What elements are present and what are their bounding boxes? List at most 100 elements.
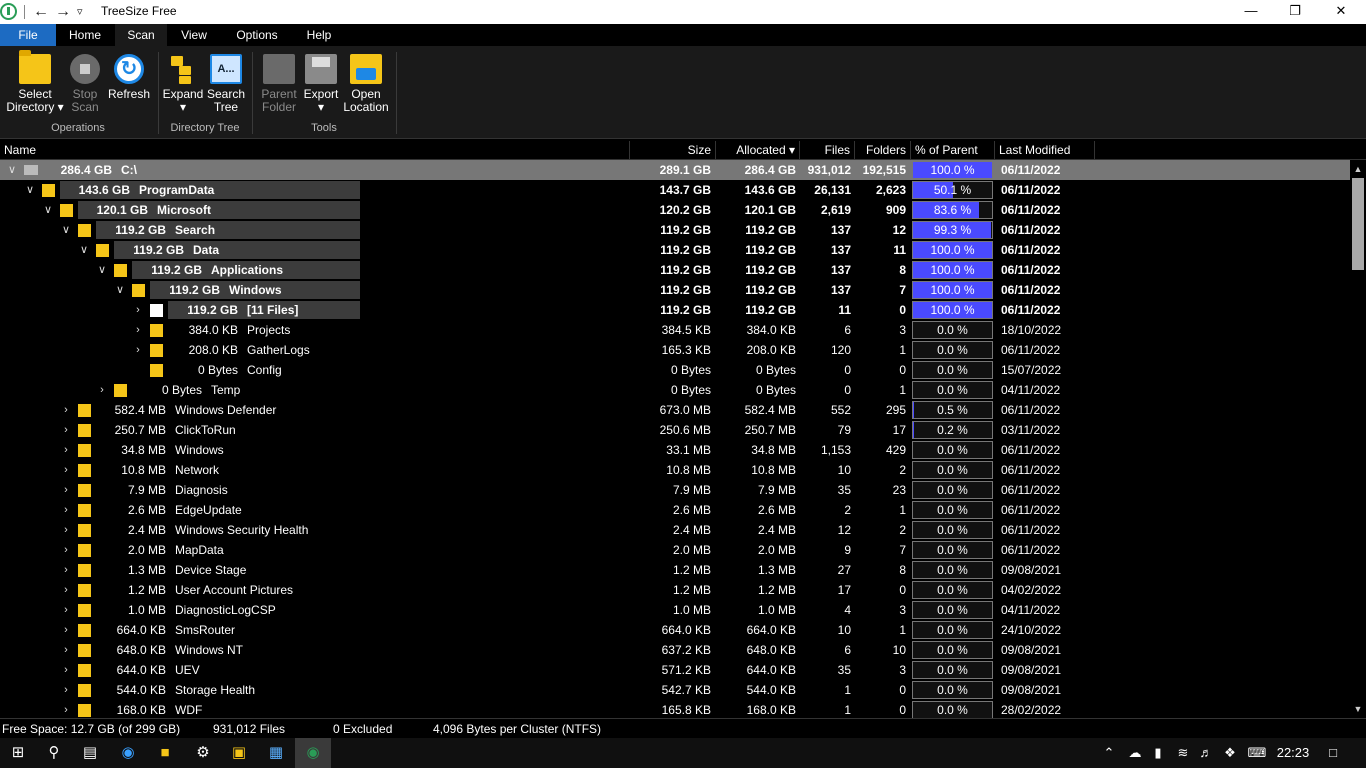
back-arrow-icon[interactable]: ← [33,2,49,22]
tree-row[interactable]: ∨ 119.2 GB Search 119.2 GB 119.2 GB 137 12 99.3… [0,220,1350,240]
tree-row[interactable]: 0 Bytes Config 0 Bytes 0 Bytes 0 0 0.0 % 15/07/… [0,360,1350,380]
tree-row[interactable]: › 250.7 MB ClickToRun 250.6 MB 250.7 MB 79 17 0… [0,420,1350,440]
expand-chevron-icon[interactable]: › [60,620,72,640]
search-icon[interactable]: ⚲ [36,738,72,768]
task-view-icon[interactable]: ▤ [72,738,108,768]
tree-row[interactable]: › 2.0 MB MapData 2.0 MB 2.0 MB 9 7 0.0 % 06/11/2… [0,540,1350,560]
expand-chevron-icon[interactable]: › [60,400,72,420]
tree-row[interactable]: › 0 Bytes Temp 0 Bytes 0 Bytes 0 1 0.0 % 04/11/2… [0,380,1350,400]
expand-chevron-icon[interactable]: › [60,420,72,440]
tree-row[interactable]: › 119.2 GB [11 Files] 119.2 GB 119.2 GB 11 0 10… [0,300,1350,320]
menu-scan[interactable]: Scan [115,24,167,46]
tree-row[interactable]: › 544.0 KB Storage Health 542.7 KB 544.0 KB 1… [0,680,1350,700]
tree-row[interactable]: › 168.0 KB WDF 165.8 KB 168.0 KB 1 0 0.0 % 28/02… [0,700,1350,718]
tree-row[interactable]: › 2.4 MB Windows Security Health 2.4 MB 2.4 … [0,520,1350,540]
tree-row[interactable]: ∨ 119.2 GB Applications 119.2 GB 119.2 GB 137… [0,260,1350,280]
wifi-icon[interactable]: ≋ [1172,738,1194,768]
column-last-modified[interactable]: Last Modified [995,141,1095,160]
menu-file[interactable]: File [0,24,56,46]
tree-row[interactable]: › 644.0 KB UEV 571.2 KB 644.0 KB 35 3 0.0 % 09/0… [0,660,1350,680]
store-icon[interactable]: ▣ [221,738,257,768]
expand-chevron-icon[interactable]: › [60,700,72,718]
collapse-chevron-icon[interactable]: ∨ [114,280,126,300]
menu-home[interactable]: Home [60,24,110,46]
parent-folder-button[interactable]: Parent Folder [258,54,300,114]
tree-row[interactable]: › 1.2 MB User Account Pictures 1.2 MB 1.2 MB… [0,580,1350,600]
expand-button[interactable]: Expand ▾ [162,54,204,114]
collapse-chevron-icon[interactable]: ∨ [60,220,72,240]
expand-chevron-icon[interactable]: › [132,300,144,320]
tree-row[interactable]: ∨ 119.2 GB Data 119.2 GB 119.2 GB 137 11 100.0 … [0,240,1350,260]
edge-browser-icon[interactable]: ◉ [110,738,146,768]
collapse-chevron-icon[interactable]: ∨ [78,240,90,260]
tree-row[interactable]: › 208.0 KB GatherLogs 165.3 KB 208.0 KB 120 1 0… [0,340,1350,360]
search-tree-button[interactable]: A... Search Tree [206,54,246,114]
expand-chevron-icon[interactable]: › [60,600,72,620]
tree-row[interactable]: › 1.3 MB Device Stage 1.2 MB 1.3 MB 27 8 0.0 % 0… [0,560,1350,580]
menu-options[interactable]: Options [228,24,286,46]
forward-arrow-icon[interactable]: → [55,2,71,22]
tree-row[interactable]: › 10.8 MB Network 10.8 MB 10.8 MB 10 2 0.0 % 06/… [0,460,1350,480]
expand-chevron-icon[interactable]: › [60,440,72,460]
maximize-button[interactable]: ❐ [1272,0,1318,24]
app-icon[interactable]: ▦ [258,738,294,768]
scrollbar-thumb[interactable] [1352,178,1364,270]
open-location-button[interactable]: Open Location [342,54,390,114]
tree-row[interactable]: ∨ 143.6 GB ProgramData 143.7 GB 143.6 GB 26,1… [0,180,1350,200]
file-explorer-icon[interactable]: ■ [147,738,183,768]
expand-chevron-icon[interactable]: › [60,580,72,600]
menu-view[interactable]: View [172,24,216,46]
battery-icon[interactable]: ▮ [1148,738,1168,768]
collapse-chevron-icon[interactable]: ∨ [42,200,54,220]
tree-row[interactable]: ∨ 119.2 GB Windows 119.2 GB 119.2 GB 137 7 100.… [0,280,1350,300]
expand-chevron-icon[interactable]: › [60,660,72,680]
expand-chevron-icon[interactable]: › [96,380,108,400]
expand-chevron-icon[interactable]: › [60,460,72,480]
tree-row[interactable]: › 648.0 KB Windows NT 637.2 KB 648.0 KB 6 10 0.… [0,640,1350,660]
tree-row[interactable]: › 384.0 KB Projects 384.5 KB 384.0 KB 6 3 0.0 %… [0,320,1350,340]
expand-chevron-icon[interactable]: › [132,340,144,360]
clock[interactable]: 22:23 [1272,738,1314,768]
volume-icon[interactable]: ♬ [1196,738,1216,768]
collapse-chevron-icon[interactable]: ∨ [96,260,108,280]
column-folders[interactable]: Folders [855,141,911,160]
minimize-button[interactable]: — [1228,0,1274,24]
vertical-scrollbar[interactable]: ▲ ▼ [1350,160,1366,718]
scroll-up-arrow-icon[interactable]: ▲ [1350,162,1366,176]
select-directory-button[interactable]: Select Directory ▾ [6,50,64,114]
expand-chevron-icon[interactable]: › [60,560,72,580]
column-name[interactable]: Name [0,141,630,160]
column-files[interactable]: Files [800,141,855,160]
column-percent-of-parent[interactable]: % of Parent ... [911,141,995,176]
keyboard-icon[interactable]: ⌨ [1245,738,1269,768]
tree-row[interactable]: › 582.4 MB Windows Defender 673.0 MB 582.4 M… [0,400,1350,420]
quick-access-dropdown-icon[interactable]: ▿ [77,2,83,22]
settings-gear-icon[interactable]: ⚙ [185,738,221,768]
tree-row[interactable]: › 2.6 MB EdgeUpdate 2.6 MB 2.6 MB 2 1 0.0 % 06/1… [0,500,1350,520]
collapse-chevron-icon[interactable]: ∨ [6,160,18,180]
tree-row[interactable]: › 1.0 MB DiagnosticLogCSP 1.0 MB 1.0 MB 4 3 0.0… [0,600,1350,620]
dropbox-icon[interactable]: ❖ [1220,738,1240,768]
refresh-button[interactable]: Refresh [106,54,152,101]
expand-chevron-icon[interactable]: › [60,480,72,500]
tray-expand-icon[interactable]: ⌃ [1100,738,1118,768]
tree-row[interactable]: › 34.8 MB Windows 33.1 MB 34.8 MB 1,153 429 0.0… [0,440,1350,460]
expand-chevron-icon[interactable]: › [60,540,72,560]
treesize-taskbar-icon[interactable]: ◉ [295,738,331,768]
scroll-down-arrow-icon[interactable]: ▼ [1350,702,1366,716]
export-button[interactable]: Export ▾ [302,54,340,114]
expand-chevron-icon[interactable]: › [132,320,144,340]
column-allocated[interactable]: Allocated ▾ [716,141,800,160]
expand-chevron-icon[interactable]: › [60,500,72,520]
stop-scan-button[interactable]: Stop Scan [66,54,104,114]
directory-tree[interactable]: ∨ 286.4 GB C:\ 289.1 GB 286.4 GB 931,012 192,5… [0,160,1350,718]
close-button[interactable]: ✕ [1318,0,1364,24]
expand-chevron-icon[interactable]: › [60,640,72,660]
notifications-icon[interactable]: □ [1320,738,1346,768]
tree-row[interactable]: ∨ 120.1 GB Microsoft 120.2 GB 120.1 GB 2,619 9… [0,200,1350,220]
tree-row[interactable]: › 664.0 KB SmsRouter 664.0 KB 664.0 KB 10 1 0.0… [0,620,1350,640]
windows-start-icon[interactable]: ⊞ [0,738,36,768]
expand-chevron-icon[interactable]: › [60,520,72,540]
menu-help[interactable]: Help [299,24,339,46]
onedrive-cloud-icon[interactable]: ☁ [1124,738,1146,768]
